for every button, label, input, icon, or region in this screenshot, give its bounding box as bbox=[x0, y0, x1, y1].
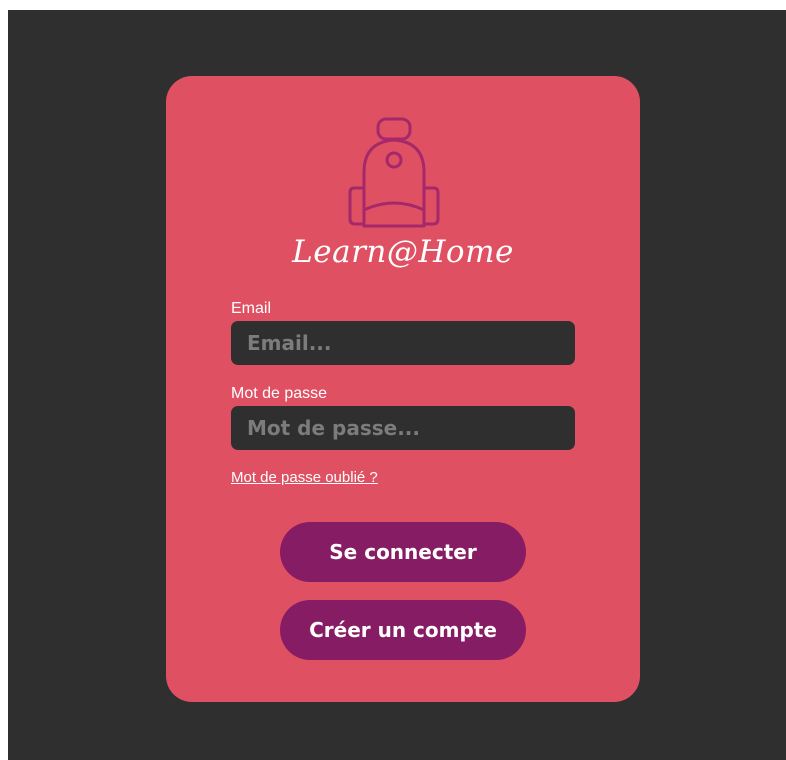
login-button[interactable]: Se connecter bbox=[280, 522, 526, 582]
backpack-icon bbox=[348, 117, 440, 228]
email-label: Email bbox=[231, 300, 272, 317]
app-background: Learn@Home Email Mot de passe Mot de pas… bbox=[8, 10, 786, 760]
password-field[interactable] bbox=[231, 406, 575, 450]
email-field[interactable] bbox=[231, 321, 575, 365]
brand-name: Learn@Home bbox=[292, 234, 514, 270]
create-account-button[interactable]: Créer un compte bbox=[280, 600, 526, 660]
password-label: Mot de passe bbox=[231, 385, 328, 402]
forgot-password-link[interactable]: Mot de passe oublié ? bbox=[231, 469, 378, 486]
login-card: Learn@Home Email Mot de passe Mot de pas… bbox=[166, 76, 640, 702]
